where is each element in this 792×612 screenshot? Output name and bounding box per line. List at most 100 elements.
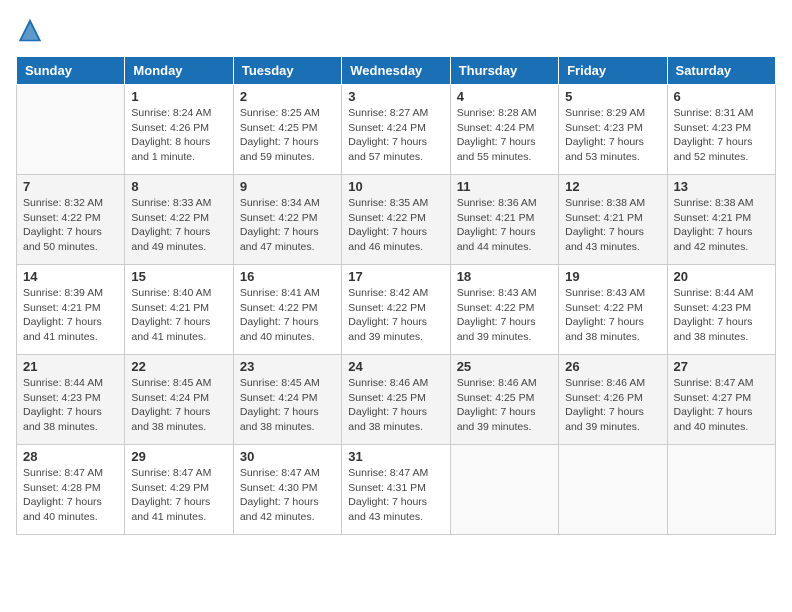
day-detail: Sunrise: 8:28 AM Sunset: 4:24 PM Dayligh… — [457, 106, 552, 165]
day-number: 23 — [240, 359, 335, 374]
day-detail: Sunrise: 8:27 AM Sunset: 4:24 PM Dayligh… — [348, 106, 443, 165]
week-row-2: 7Sunrise: 8:32 AM Sunset: 4:22 PM Daylig… — [17, 175, 776, 265]
day-detail: Sunrise: 8:31 AM Sunset: 4:23 PM Dayligh… — [674, 106, 769, 165]
calendar-cell — [667, 445, 775, 535]
calendar-cell: 6 Sunrise: 8:31 AM Sunset: 4:23 PM Daylig… — [667, 85, 775, 175]
day-number: 11 — [457, 179, 552, 194]
day-number: 28 — [23, 449, 118, 464]
day-detail: Sunrise: 8:47 AM Sunset: 4:29 PM Dayligh… — [131, 466, 226, 525]
calendar-cell: 1 Sunrise: 8:24 AM Sunset: 4:26 PM Daylig… — [125, 85, 233, 175]
day-detail: Sunrise: 8:42 AM Sunset: 4:22 PM Dayligh… — [348, 286, 443, 345]
day-detail: Sunrise: 8:47 AM Sunset: 4:27 PM Dayligh… — [674, 376, 769, 435]
calendar-cell: 16 Sunrise: 8:41 AM Sunset: 4:22 PM Dayli… — [233, 265, 341, 355]
day-number: 10 — [348, 179, 443, 194]
day-detail: Sunrise: 8:46 AM Sunset: 4:25 PM Dayligh… — [457, 376, 552, 435]
calendar-cell: 26 Sunrise: 8:46 AM Sunset: 4:26 PM Dayli… — [559, 355, 667, 445]
calendar-table: SundayMondayTuesdayWednesdayThursdayFrid… — [16, 56, 776, 535]
calendar-cell: 3 Sunrise: 8:27 AM Sunset: 4:24 PM Daylig… — [342, 85, 450, 175]
calendar-cell: 22Sunrise: 8:45 AM Sunset: 4:24 PM Dayli… — [125, 355, 233, 445]
calendar-cell: 23 Sunrise: 8:45 AM Sunset: 4:24 PM Dayli… — [233, 355, 341, 445]
calendar-cell: 11 Sunrise: 8:36 AM Sunset: 4:21 PM Dayli… — [450, 175, 558, 265]
day-number: 19 — [565, 269, 660, 284]
page-header — [16, 16, 776, 44]
calendar-cell: 7Sunrise: 8:32 AM Sunset: 4:22 PM Daylig… — [17, 175, 125, 265]
day-detail: Sunrise: 8:46 AM Sunset: 4:25 PM Dayligh… — [348, 376, 443, 435]
day-number: 14 — [23, 269, 118, 284]
logo — [16, 16, 48, 44]
day-detail: Sunrise: 8:46 AM Sunset: 4:26 PM Dayligh… — [565, 376, 660, 435]
calendar-cell: 18 Sunrise: 8:43 AM Sunset: 4:22 PM Dayli… — [450, 265, 558, 355]
calendar-cell — [17, 85, 125, 175]
day-number: 15 — [131, 269, 226, 284]
weekday-header-sunday: Sunday — [17, 57, 125, 85]
calendar-cell: 5Sunrise: 8:29 AM Sunset: 4:23 PM Daylig… — [559, 85, 667, 175]
day-number: 4 — [457, 89, 552, 104]
day-number: 31 — [348, 449, 443, 464]
day-number: 24 — [348, 359, 443, 374]
day-number: 30 — [240, 449, 335, 464]
day-detail: Sunrise: 8:34 AM Sunset: 4:22 PM Dayligh… — [240, 196, 335, 255]
day-number: 18 — [457, 269, 552, 284]
weekday-header-saturday: Saturday — [667, 57, 775, 85]
day-detail: Sunrise: 8:45 AM Sunset: 4:24 PM Dayligh… — [240, 376, 335, 435]
day-number: 1 — [131, 89, 226, 104]
day-detail: Sunrise: 8:38 AM Sunset: 4:21 PM Dayligh… — [565, 196, 660, 255]
day-detail: Sunrise: 8:40 AM Sunset: 4:21 PM Dayligh… — [131, 286, 226, 345]
weekday-header-thursday: Thursday — [450, 57, 558, 85]
day-detail: Sunrise: 8:41 AM Sunset: 4:22 PM Dayligh… — [240, 286, 335, 345]
day-number: 7 — [23, 179, 118, 194]
week-row-4: 21Sunrise: 8:44 AM Sunset: 4:23 PM Dayli… — [17, 355, 776, 445]
calendar-cell: 21Sunrise: 8:44 AM Sunset: 4:23 PM Dayli… — [17, 355, 125, 445]
day-detail: Sunrise: 8:36 AM Sunset: 4:21 PM Dayligh… — [457, 196, 552, 255]
calendar-cell — [450, 445, 558, 535]
logo-icon — [16, 16, 44, 44]
calendar-cell: 8Sunrise: 8:33 AM Sunset: 4:22 PM Daylig… — [125, 175, 233, 265]
day-number: 29 — [131, 449, 226, 464]
day-detail: Sunrise: 8:25 AM Sunset: 4:25 PM Dayligh… — [240, 106, 335, 165]
calendar-cell: 17 Sunrise: 8:42 AM Sunset: 4:22 PM Dayli… — [342, 265, 450, 355]
day-number: 17 — [348, 269, 443, 284]
weekday-header-monday: Monday — [125, 57, 233, 85]
day-number: 13 — [674, 179, 769, 194]
calendar-cell: 12 Sunrise: 8:38 AM Sunset: 4:21 PM Dayli… — [559, 175, 667, 265]
calendar-cell: 9 Sunrise: 8:34 AM Sunset: 4:22 PM Daylig… — [233, 175, 341, 265]
day-detail: Sunrise: 8:33 AM Sunset: 4:22 PM Dayligh… — [131, 196, 226, 255]
calendar-cell: 10 Sunrise: 8:35 AM Sunset: 4:22 PM Dayli… — [342, 175, 450, 265]
day-detail: Sunrise: 8:47 AM Sunset: 4:31 PM Dayligh… — [348, 466, 443, 525]
calendar-cell: 25Sunrise: 8:46 AM Sunset: 4:25 PM Dayli… — [450, 355, 558, 445]
day-number: 16 — [240, 269, 335, 284]
calendar-cell: 27 Sunrise: 8:47 AM Sunset: 4:27 PM Dayli… — [667, 355, 775, 445]
day-number: 5 — [565, 89, 660, 104]
day-detail: Sunrise: 8:47 AM Sunset: 4:28 PM Dayligh… — [23, 466, 118, 525]
calendar-cell: 4 Sunrise: 8:28 AM Sunset: 4:24 PM Daylig… — [450, 85, 558, 175]
weekday-header-friday: Friday — [559, 57, 667, 85]
day-number: 6 — [674, 89, 769, 104]
day-detail: Sunrise: 8:43 AM Sunset: 4:22 PM Dayligh… — [457, 286, 552, 345]
day-number: 27 — [674, 359, 769, 374]
calendar-cell: 13 Sunrise: 8:38 AM Sunset: 4:21 PM Dayli… — [667, 175, 775, 265]
day-number: 12 — [565, 179, 660, 194]
calendar-cell: 29 Sunrise: 8:47 AM Sunset: 4:29 PM Dayli… — [125, 445, 233, 535]
day-detail: Sunrise: 8:45 AM Sunset: 4:24 PM Dayligh… — [131, 376, 226, 435]
day-detail: Sunrise: 8:38 AM Sunset: 4:21 PM Dayligh… — [674, 196, 769, 255]
calendar-cell — [559, 445, 667, 535]
day-number: 9 — [240, 179, 335, 194]
calendar-cell: 20Sunrise: 8:44 AM Sunset: 4:23 PM Dayli… — [667, 265, 775, 355]
day-number: 20 — [674, 269, 769, 284]
week-row-3: 14 Sunrise: 8:39 AM Sunset: 4:21 PM Dayli… — [17, 265, 776, 355]
day-detail: Sunrise: 8:35 AM Sunset: 4:22 PM Dayligh… — [348, 196, 443, 255]
calendar-cell: 15 Sunrise: 8:40 AM Sunset: 4:21 PM Dayli… — [125, 265, 233, 355]
day-number: 2 — [240, 89, 335, 104]
weekday-header-row: SundayMondayTuesdayWednesdayThursdayFrid… — [17, 57, 776, 85]
day-number: 26 — [565, 359, 660, 374]
day-detail: Sunrise: 8:39 AM Sunset: 4:21 PM Dayligh… — [23, 286, 118, 345]
week-row-1: 1 Sunrise: 8:24 AM Sunset: 4:26 PM Daylig… — [17, 85, 776, 175]
calendar-cell: 28 Sunrise: 8:47 AM Sunset: 4:28 PM Dayli… — [17, 445, 125, 535]
calendar-cell: 19Sunrise: 8:43 AM Sunset: 4:22 PM Dayli… — [559, 265, 667, 355]
calendar-cell: 31 Sunrise: 8:47 AM Sunset: 4:31 PM Dayli… — [342, 445, 450, 535]
day-number: 3 — [348, 89, 443, 104]
week-row-5: 28 Sunrise: 8:47 AM Sunset: 4:28 PM Dayli… — [17, 445, 776, 535]
calendar-cell: 14 Sunrise: 8:39 AM Sunset: 4:21 PM Dayli… — [17, 265, 125, 355]
day-detail: Sunrise: 8:24 AM Sunset: 4:26 PM Dayligh… — [131, 106, 226, 165]
calendar-cell: 2 Sunrise: 8:25 AM Sunset: 4:25 PM Daylig… — [233, 85, 341, 175]
